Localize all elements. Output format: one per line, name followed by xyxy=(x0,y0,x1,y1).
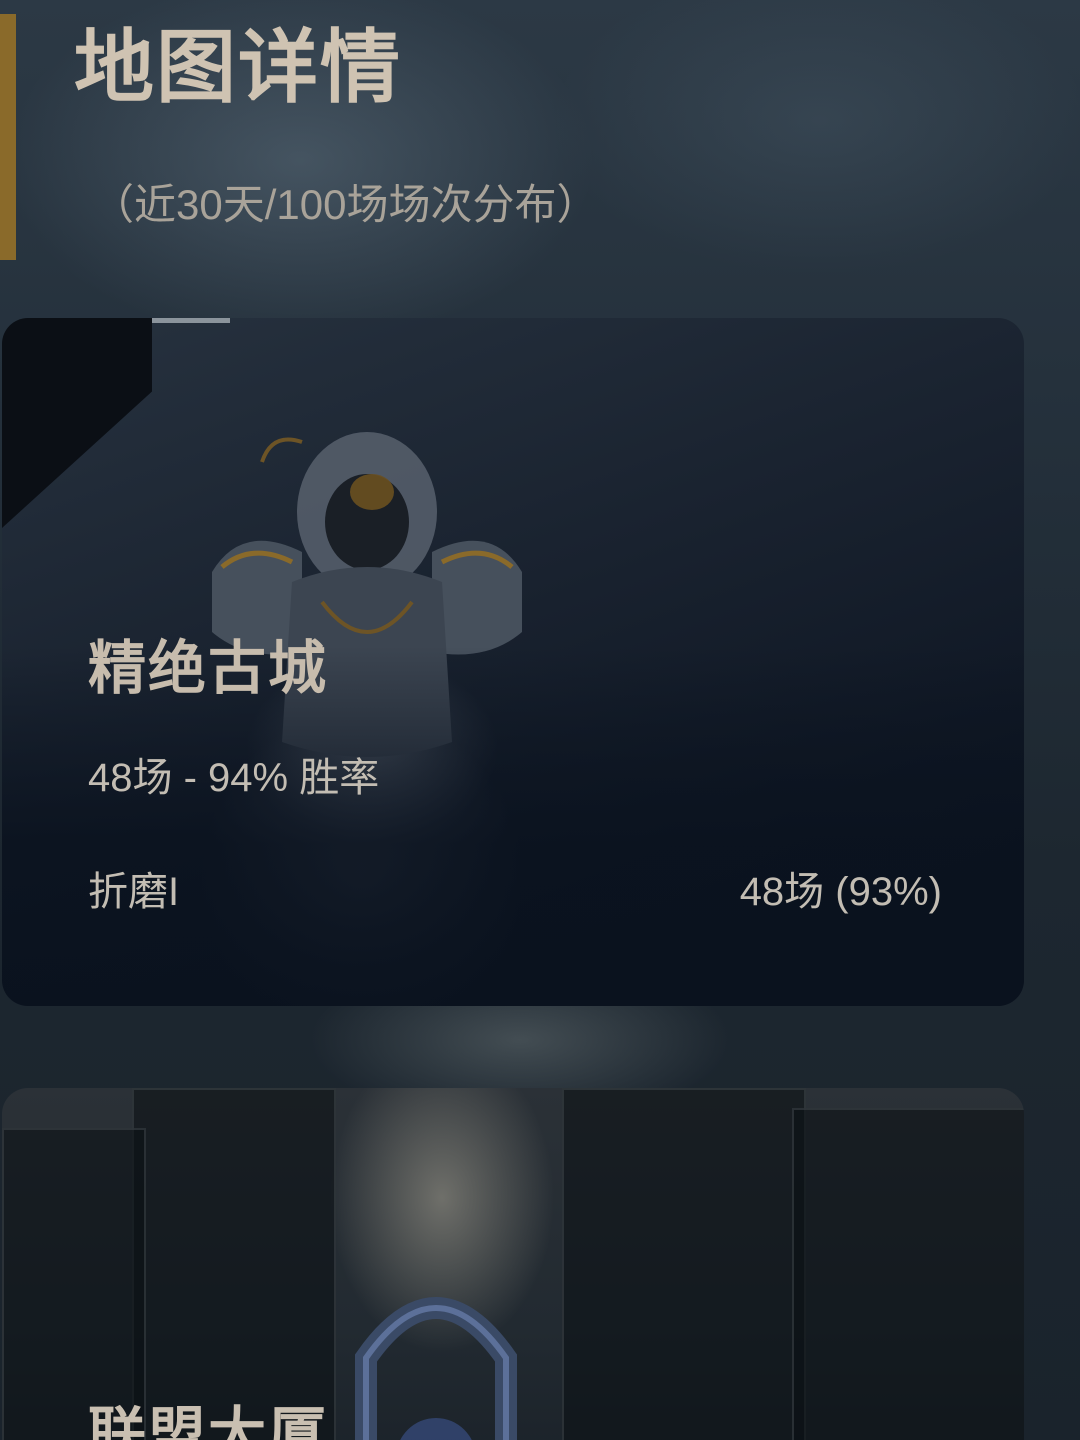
card-corner-notch xyxy=(2,318,152,528)
map-details-page: 地图详情 （近30天/100场场次分布） 精绝古城 48场 - 94% 胜率 折… xyxy=(0,0,1080,1440)
difficulty-row: 折磨I 48场 (93%) xyxy=(88,872,942,912)
building-left xyxy=(132,1088,336,1440)
map-card-jingjue-ancient-city[interactable]: 精绝古城 48场 - 94% 胜率 折磨I 48场 (93%) xyxy=(2,318,1024,1006)
map-name: 精绝古城 xyxy=(88,636,329,701)
map-name: 联盟大厦 xyxy=(88,1402,329,1440)
card-tab-marker xyxy=(142,318,230,323)
page-subtitle: （近30天/100场场次分布） xyxy=(92,181,599,228)
header-accent-bar xyxy=(0,14,16,260)
page-title: 地图详情 xyxy=(74,23,402,112)
difficulty-stats: 48场 (93%) xyxy=(739,870,942,914)
building-left-2 xyxy=(2,1128,146,1440)
difficulty-label: 折磨I xyxy=(88,870,180,914)
map-card-alliance-tower[interactable]: 联盟大厦 xyxy=(2,1088,1024,1440)
building-right-2 xyxy=(792,1108,1024,1440)
building-right xyxy=(562,1088,806,1440)
map-summary: 48场 - 94% 胜率 xyxy=(88,756,380,800)
gate-structure-image xyxy=(355,1297,517,1440)
